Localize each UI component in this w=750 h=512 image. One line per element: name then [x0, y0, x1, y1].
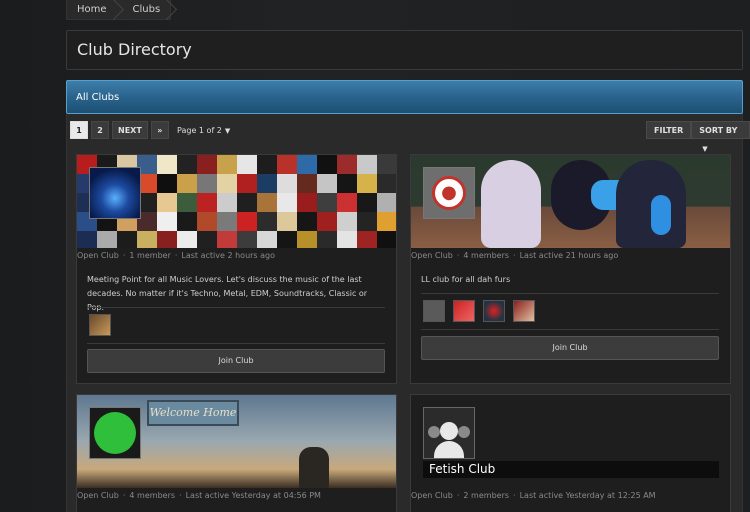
- banner-artwork: [481, 160, 541, 248]
- join-club-button[interactable]: Join Club: [87, 349, 385, 373]
- club-meta: Open Club · 2 members · Last active Yesterda…: [411, 491, 656, 500]
- club-banner: Fetish Club: [411, 395, 730, 488]
- sort-by-label: SORT BY: [699, 126, 738, 135]
- user-placeholder-icon: [424, 408, 474, 458]
- club-logo-furs: ●: [423, 167, 475, 219]
- page-of-label: Page 1 of 2: [177, 126, 222, 135]
- club-meta: Open Club · 4 members · Last active 21 hours…: [411, 251, 619, 260]
- club-type: Open Club: [77, 251, 119, 260]
- page-2-button[interactable]: 2: [91, 121, 109, 139]
- page-title-box: Club Directory: [66, 30, 743, 70]
- member-avatar[interactable]: [89, 314, 111, 336]
- member-avatar[interactable]: [423, 300, 445, 322]
- divider: [421, 329, 719, 330]
- club-members: 2 members: [463, 491, 510, 500]
- club-activity: Last active Yesterday at 04:56 PM: [185, 491, 321, 500]
- club-activity: Last active Yesterday at 12:25 AM: [519, 491, 656, 500]
- breadcrumb: Home Clubs: [66, 0, 172, 20]
- breadcrumb-home[interactable]: Home: [67, 0, 117, 20]
- club-members: 1 member: [129, 251, 171, 260]
- club-description: Meeting Point for all Music Lovers. Let'…: [87, 275, 368, 312]
- club-name[interactable]: Fetish Club: [429, 462, 495, 476]
- member-avatar[interactable]: [513, 300, 535, 322]
- join-club-button[interactable]: Join Club: [421, 336, 719, 360]
- divider: [421, 293, 719, 294]
- club-logo-default: [423, 407, 475, 459]
- club-type: Open Club: [77, 491, 119, 500]
- member-avatar[interactable]: [453, 300, 475, 322]
- club-banner: ●: [411, 155, 730, 248]
- page-1-button[interactable]: 1: [70, 121, 88, 139]
- breadcrumb-clubs[interactable]: Clubs: [117, 0, 171, 20]
- pagination: 1 2 NEXT »: [70, 121, 169, 139]
- member-avatar[interactable]: [483, 300, 505, 322]
- club-card-furs[interactable]: ● Open Club · 4 members · Last active 21 hou…: [410, 154, 731, 384]
- caret-down-icon: ▼: [224, 127, 231, 135]
- club-meta: Open Club · 4 members · Last active Yesterda…: [77, 491, 321, 500]
- banner-artwork: [299, 447, 329, 488]
- banner-artwork: [651, 195, 671, 235]
- section-header: All Clubs: [66, 80, 743, 114]
- section-title: All Clubs: [76, 92, 120, 103]
- divider: [87, 343, 385, 344]
- last-page-button[interactable]: »: [150, 121, 169, 139]
- sort-by-button[interactable]: SORT BY▼: [691, 121, 750, 153]
- club-banner: Welcome Home: [77, 395, 396, 488]
- club-logo-wasteland: [89, 407, 141, 459]
- next-page-button[interactable]: NEXT: [112, 121, 148, 139]
- club-members: 4 members: [129, 491, 176, 500]
- filter-button[interactable]: FILTER: [646, 121, 692, 139]
- club-meta: Open Club · 1 member · Last active 2 hours a…: [77, 251, 276, 260]
- club-type: Open Club: [411, 251, 453, 260]
- club-logo-music: [89, 167, 141, 219]
- club-card-wasteland[interactable]: Welcome Home Open Club · 4 members · Last ac…: [76, 394, 397, 512]
- club-members: 4 members: [463, 251, 510, 260]
- club-activity: Last active 21 hours ago: [519, 251, 619, 260]
- divider: [87, 307, 385, 308]
- vault-boy-icon: [94, 412, 136, 454]
- filter-sort-toolbar: FILTER SORT BY▼: [646, 121, 750, 153]
- club-name-bar: Fetish Club: [423, 461, 719, 478]
- paw-icon: ●: [432, 176, 466, 210]
- welcome-home-sign: Welcome Home: [147, 400, 239, 426]
- club-card-music[interactable]: Open Club · 1 member · Last active 2 hours a…: [76, 154, 397, 384]
- club-card-fetish[interactable]: Fetish Club Open Club · 2 members · Last act…: [410, 394, 731, 512]
- club-type: Open Club: [411, 491, 453, 500]
- page-title: Club Directory: [77, 40, 192, 59]
- club-activity: Last active 2 hours ago: [181, 251, 276, 260]
- club-description: LL club for all dah furs: [421, 275, 511, 284]
- club-banner: [77, 155, 396, 248]
- page-jump-dropdown[interactable]: Page 1 of 2 ▼: [177, 126, 230, 135]
